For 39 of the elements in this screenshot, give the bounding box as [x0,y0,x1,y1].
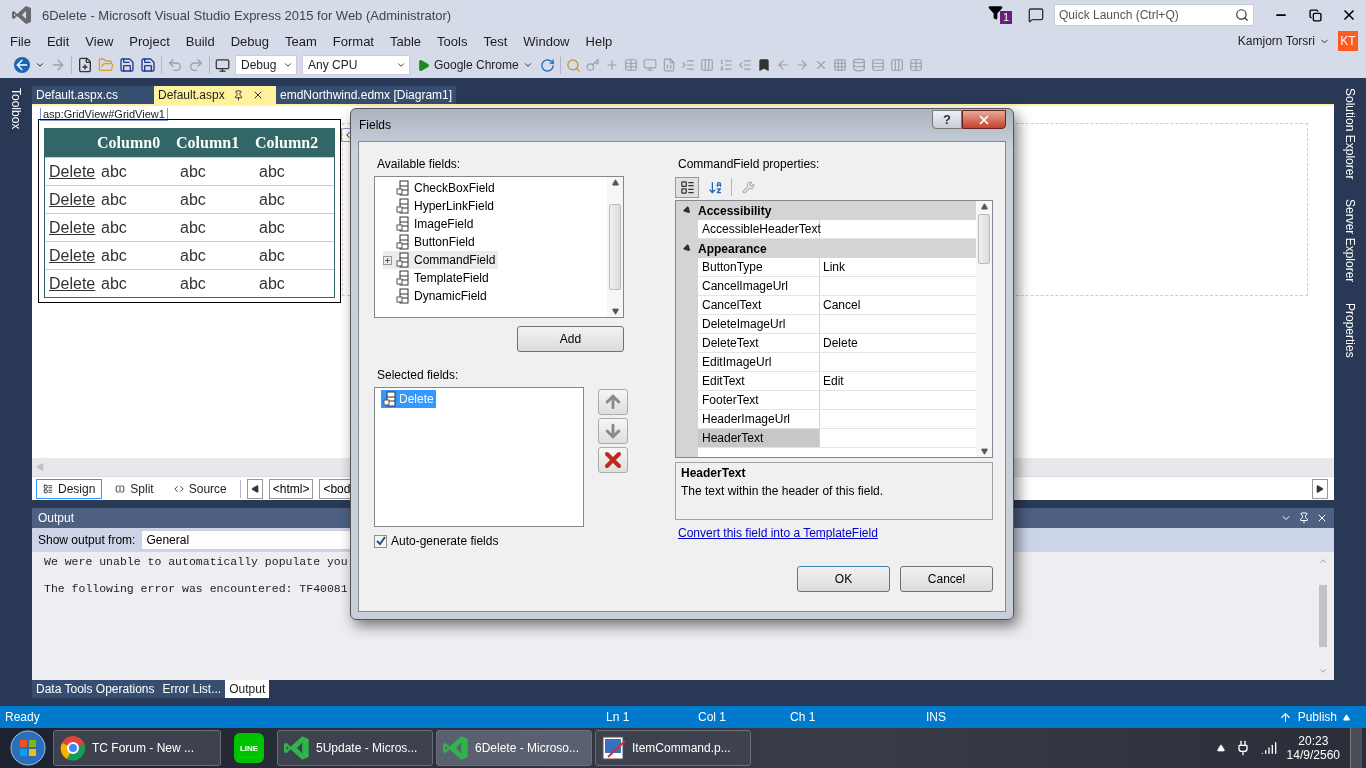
table-cell-text: abc [179,246,207,265]
field-label: Selected fields: [376,368,460,382]
notification-badge: 1 [1000,11,1013,24]
chat-app-icon: LINE [234,733,264,763]
table-cell-text: abc [258,218,286,237]
panel-title: Output [38,511,75,525]
table-cell-text: abc [258,190,286,209]
source-label: Show output from: [38,533,136,547]
field-label: CommandField properties: [677,157,821,171]
description-text: The text within the header of this field. [681,484,885,498]
table-cell-text: abc [258,246,286,265]
table-cell-text: abc [100,190,128,209]
column-header: Column1 [176,134,241,152]
table-cell-text: abc [179,190,207,209]
table-cell-text: abc [100,274,128,293]
table-cell-text: abc [100,218,128,237]
insert-mode-indicator: INS [926,710,947,724]
status-text: Ready [5,710,41,724]
dialog-title: Fields [359,118,392,132]
column-header: Column0 [97,134,162,152]
element-tag: asp:GridView#GridView1 [40,108,168,121]
table-cell-text: abc [258,162,286,181]
window-title: 6Delete - Microsoft Visual Studio Express 2015 for Web (Administrator) [42,7,453,23]
output-line: We were unable to automatically populate you [44,555,349,568]
property-category: Appearance [698,241,767,256]
property-category: Accessibility [698,203,772,218]
table-cell-text: abc [179,218,207,237]
field-label: Available fields: [376,157,462,171]
table-cell-text: abc [100,246,128,265]
output-line: The following error was encountered: TF40081 [44,582,349,595]
column-indicator: Col 1 [698,710,727,724]
line-indicator: Ln 1 [606,710,631,724]
table-cell-text: abc [179,274,207,293]
table-cell-text: abc [258,274,286,293]
char-indicator: Ch 1 [790,710,817,724]
table-cell-text: abc [179,162,207,181]
table-cell-text: abc [100,162,128,181]
description-title: HeaderText [681,466,747,480]
column-header: Column2 [255,134,320,152]
